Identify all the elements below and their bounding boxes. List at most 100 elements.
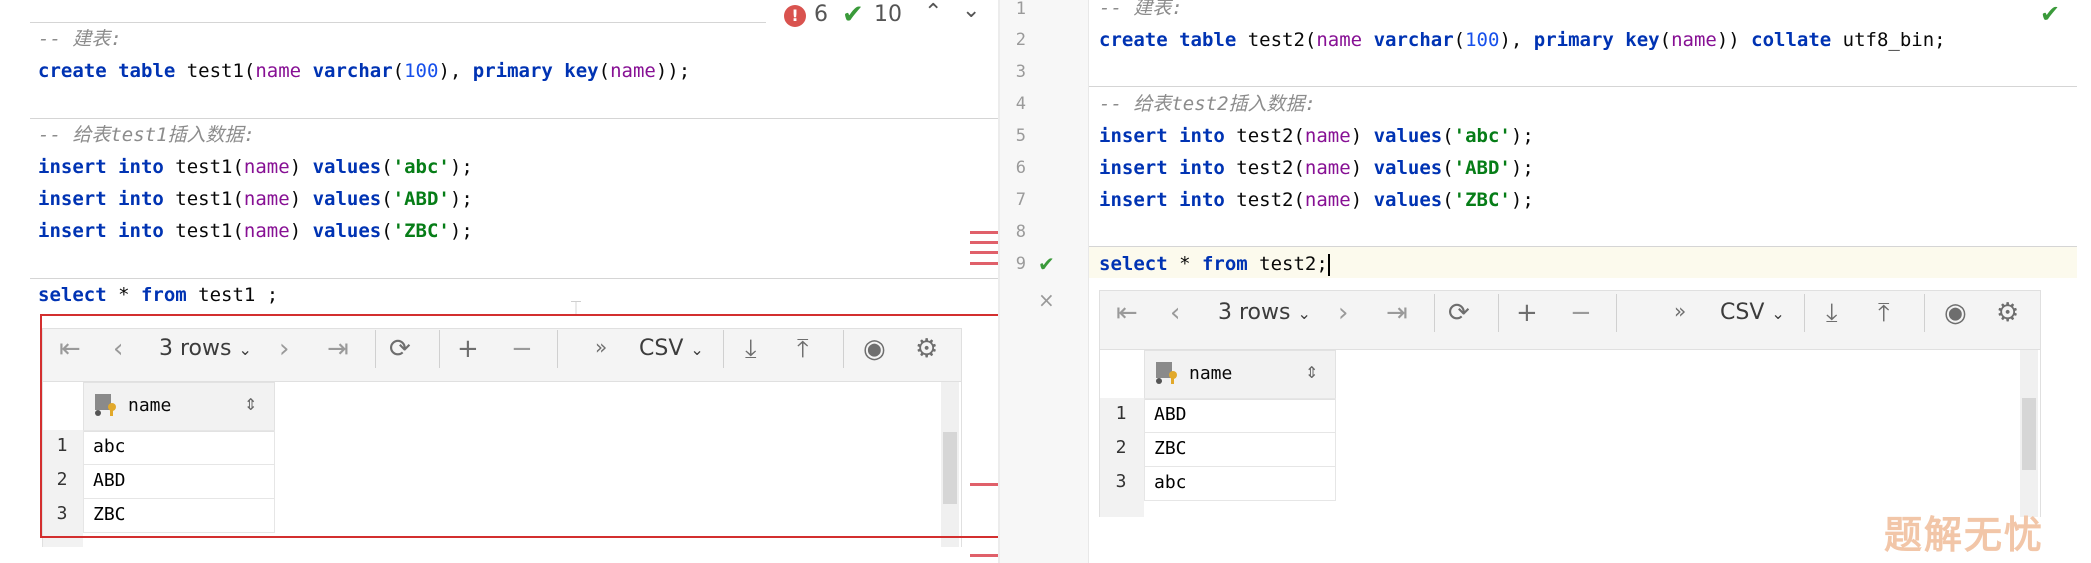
string-literal: 'ABD' (392, 188, 450, 210)
left-editor[interactable]: ! 6 ✔ 10 ⌃ ⌄ -- 建表: create table test1(n… (0, 0, 1530, 563)
error-stripe-mark[interactable] (970, 483, 998, 486)
code-line-9[interactable]: select * from test1 ; (38, 279, 278, 311)
paren: ) (1350, 189, 1374, 211)
keyword: primary key (1533, 29, 1660, 51)
code-line-2[interactable]: create table test1(name varchar(100), pr… (38, 55, 690, 87)
column-name: name (255, 60, 302, 82)
code-line-9[interactable]: select * from test2; (1099, 248, 1330, 280)
row-number: 2 (1115, 437, 1127, 458)
paren: ( (381, 188, 393, 210)
code-line-4[interactable]: -- 给表test1插入数据: (38, 119, 255, 151)
line-number: 1 (1015, 0, 1026, 19)
column-name: name (243, 220, 290, 242)
upload-icon[interactable]: ⤒ (1878, 295, 1890, 331)
keyword: varchar (1373, 29, 1454, 51)
close-result-icon[interactable]: × (1038, 284, 1055, 316)
paren: ); (449, 156, 473, 178)
paren: ( (1659, 29, 1672, 51)
error-stripe-mark[interactable] (970, 231, 998, 234)
more-icon[interactable]: » (1674, 293, 1686, 329)
line-number: 2 (1015, 30, 1026, 50)
code-line-7[interactable]: insert into test1(name) values('ZBC'); (38, 215, 473, 247)
code-line-5[interactable]: insert into test2(name) values('abc'); (1099, 120, 1534, 152)
last-page-icon[interactable]: ⇥ (1386, 295, 1408, 331)
cell-value: ABD (1154, 404, 1187, 425)
error-stripe-mark[interactable] (970, 262, 998, 265)
error-count: 6 (814, 2, 828, 27)
paren: ) (289, 156, 313, 178)
rows-selector[interactable]: 3 rows ⌄ (1218, 295, 1311, 332)
rows-label: 3 rows (1218, 300, 1291, 325)
paren: ); (1510, 125, 1534, 147)
paren: )) (1716, 29, 1752, 51)
format-selector[interactable]: CSV ⌄ (1720, 295, 1785, 332)
line-number: 3 (1015, 62, 1026, 82)
code-line-6[interactable]: insert into test2(name) values('ABD'); (1099, 152, 1534, 184)
paren: ( (1442, 189, 1454, 211)
watermark-logo: 题解无忧 (1884, 513, 2045, 557)
download-icon[interactable]: ⤓ (1826, 295, 1838, 331)
keyword: create table (1099, 29, 1248, 51)
code-line-1[interactable]: -- 建表: (38, 23, 122, 55)
code-line-6[interactable]: insert into test1(name) values('ABD'); (38, 183, 473, 215)
column-name: name (1304, 125, 1351, 147)
operator: * (1167, 253, 1202, 275)
line-number: 9 (1015, 254, 1026, 274)
keyword: values (1373, 189, 1443, 211)
string-literal: 'ZBC' (1453, 189, 1511, 211)
column-name: name (1304, 157, 1351, 179)
code-line-5[interactable]: insert into test1(name) values('abc'); (38, 151, 473, 183)
code-line-1[interactable]: -- 建表: (1099, 0, 1183, 24)
refresh-icon[interactable]: ⟳ (1448, 295, 1470, 331)
table-name: test2( (1247, 29, 1317, 51)
sort-icon[interactable]: ⇕ (1305, 357, 1318, 389)
keyword: values (1373, 157, 1443, 179)
keyword: insert into (1099, 189, 1237, 211)
column-header[interactable]: name ⇕ (1144, 350, 1336, 400)
next-page-icon[interactable]: › (1338, 295, 1348, 331)
table-name: test1( (175, 156, 244, 178)
prev-highlight-icon[interactable]: ⌃ (924, 0, 942, 25)
row-number: 3 (1115, 471, 1127, 492)
run-success-check-icon[interactable]: ✔ (1038, 248, 1055, 280)
delete-row-icon[interactable]: − (1570, 295, 1592, 331)
collation: utf8_bin; (1831, 29, 1946, 51)
scrollbar[interactable] (2020, 350, 2038, 517)
semicolon: ; (1316, 253, 1328, 275)
table-name: test2( (1236, 189, 1305, 211)
table-name: test1( (175, 188, 244, 210)
error-stripe-mark[interactable] (970, 251, 998, 254)
string-literal: 'abc' (1453, 125, 1511, 147)
string-literal: 'ZBC' (392, 220, 450, 242)
line-number: 7 (1015, 190, 1026, 210)
string-literal: 'ABD' (1453, 157, 1511, 179)
first-page-icon[interactable]: ⇤ (1116, 295, 1138, 331)
keyword: values (312, 220, 382, 242)
paren: ) (289, 188, 313, 210)
scrollbar-thumb[interactable] (2022, 398, 2036, 470)
next-highlight-icon[interactable]: ⌄ (962, 0, 980, 23)
code-line-7[interactable]: insert into test2(name) values('ZBC'); (1099, 184, 1534, 216)
gear-icon[interactable]: ⚙ (1996, 295, 2019, 331)
keyword: varchar (312, 60, 393, 82)
right-results-panel[interactable]: ⇤ ‹ 3 rows ⌄ › ⇥ ⟳ + − » CSV ⌄ ⤓ ⤒ ◉ ⚙ n… (1099, 290, 2041, 517)
right-editor[interactable]: 1 2 3 4 5 6 7 8 9 ✔ × -- 建表: create tabl… (1000, 0, 2091, 563)
warning-count: 10 (874, 2, 902, 27)
error-stripe-mark[interactable] (970, 241, 998, 244)
keyword: insert into (38, 220, 176, 242)
code-line-4[interactable]: -- 给表test2插入数据: (1099, 88, 1316, 120)
code-line-2[interactable]: create table test2(name varchar(100), pr… (1099, 24, 1946, 56)
warning-check-icon: ✔ (842, 0, 864, 30)
keyword: from (140, 284, 187, 306)
eye-icon[interactable]: ◉ (1944, 295, 1967, 331)
results-grid[interactable]: name ⇕ 1 ABD 2 ZBC 3 abc (1100, 349, 2040, 517)
prev-page-icon[interactable]: ‹ (1170, 295, 1180, 331)
keyword: from (1201, 253, 1248, 275)
keyword: insert into (38, 156, 176, 178)
no-problems-check-icon[interactable]: ✔ (2040, 0, 2060, 28)
error-stripe-mark[interactable] (970, 554, 998, 557)
add-row-icon[interactable]: + (1516, 295, 1538, 331)
table-column-icon (1153, 359, 1179, 385)
error-icon: ! (784, 5, 806, 27)
